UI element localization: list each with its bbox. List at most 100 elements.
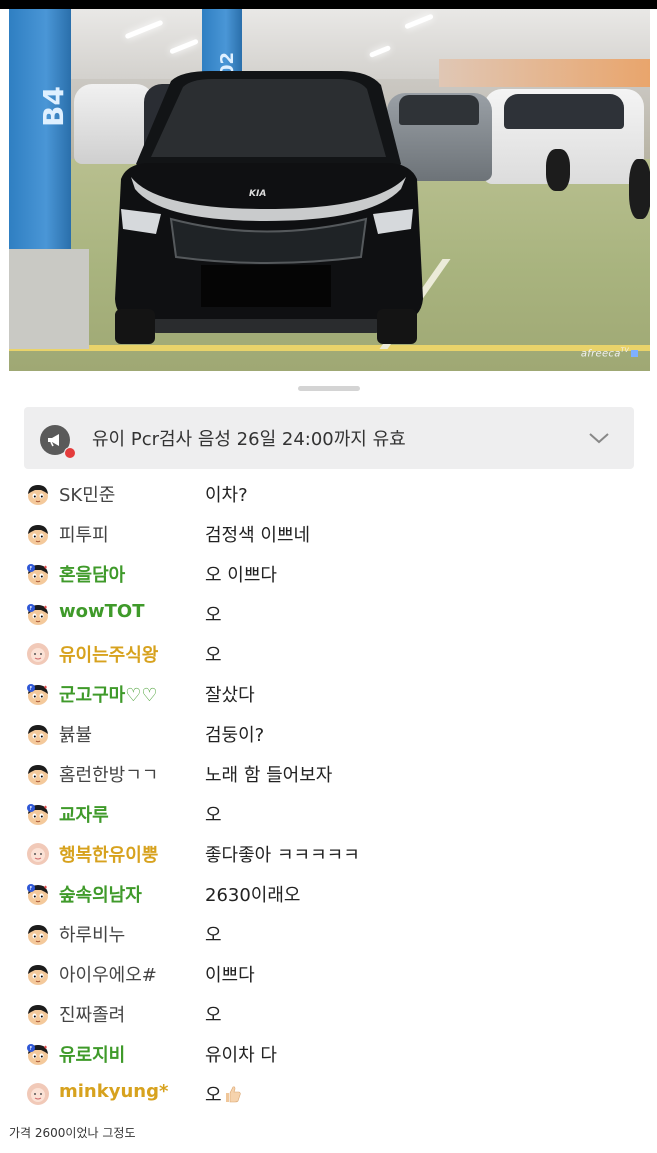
chat-message: 유이차 다 xyxy=(205,1041,277,1067)
chat-message: 오 xyxy=(205,1081,243,1107)
chat-nickname[interactable]: 유이는주식왕 xyxy=(59,641,158,667)
chat-message: 검둥이? xyxy=(205,721,264,747)
chat-nickname[interactable]: 군고구마♡♡ xyxy=(59,681,158,707)
chat-message-text: 잘샀다 xyxy=(205,685,255,706)
chat-message-text: 오 xyxy=(205,1085,222,1106)
pinned-notice[interactable]: 유이 Pcr검사 음성 26일 24:00까지 유효 xyxy=(24,407,634,469)
chat-row: F 숲속의남자 2630이래오 xyxy=(0,873,657,913)
user-avatar-icon[interactable] xyxy=(26,842,50,866)
chat-nickname[interactable]: 아이우에오# xyxy=(59,961,157,987)
video-frame[interactable]: B4 02 KIA afreecaTV xyxy=(9,9,650,371)
chat-message-text: 오 xyxy=(205,645,222,666)
chat-message: 오 xyxy=(205,921,222,947)
chat-row: minkyung* 오 xyxy=(0,1073,657,1113)
chat-row: 행복한유이뿡 좋다좋아 ㅋㅋㅋㅋㅋ xyxy=(0,833,657,873)
thumbs-up-icon xyxy=(225,1086,241,1103)
user-avatar-icon[interactable] xyxy=(26,722,50,746)
chat-nickname[interactable]: minkyung* xyxy=(59,1081,168,1102)
chat-message-text: 오 xyxy=(205,1005,222,1026)
video-player[interactable]: B4 02 KIA afreecaTV xyxy=(0,0,657,373)
svg-text:F: F xyxy=(30,686,33,692)
chat-nickname[interactable]: 홈런한방ㄱㄱ xyxy=(59,761,158,787)
chat-message-text: 검정색 이쁘네 xyxy=(205,525,311,546)
chat-message-text: 좋다좋아 ㅋㅋㅋㅋㅋ xyxy=(205,845,360,866)
chat-row: 뷹뷸 검둥이? xyxy=(0,713,657,753)
chat-message-text: 오 xyxy=(205,605,222,626)
chat-message: 2630이래오 xyxy=(205,881,301,907)
chat-row: 피투피 검정색 이쁘네 xyxy=(0,513,657,553)
chat-nickname[interactable]: 하루비누 xyxy=(59,921,125,947)
parking-pillar xyxy=(9,9,71,249)
chat-row: SK민준 이차? xyxy=(0,473,657,513)
user-avatar-icon[interactable]: F xyxy=(26,602,50,626)
chat-message-text: 오 이쁘다 xyxy=(205,565,277,586)
chat-row: F 교자루 오 xyxy=(0,793,657,833)
user-avatar-icon[interactable] xyxy=(26,522,50,546)
car-window xyxy=(504,94,624,129)
status-bar xyxy=(0,0,657,9)
chat-message: 오 이쁘다 xyxy=(205,561,277,587)
chat-row: 유이는주식왕 오 xyxy=(0,633,657,673)
chat-row: 홈런한방ㄱㄱ 노래 함 들어보자 xyxy=(0,753,657,793)
chat-nickname[interactable]: 숲속의남자 xyxy=(59,881,142,907)
user-avatar-icon[interactable] xyxy=(26,482,50,506)
user-avatar-icon[interactable] xyxy=(26,642,50,666)
chat-row: F 군고구마♡♡ 잘샀다 xyxy=(0,673,657,713)
chat-nickname[interactable]: 교자루 xyxy=(59,801,109,827)
user-avatar-icon[interactable]: F xyxy=(26,1042,50,1066)
chat-row: 진짜졸려 오 xyxy=(0,993,657,1033)
chat-message-text: 노래 함 들어보자 xyxy=(205,765,333,786)
chat-row: F 혼을담아 오 이쁘다 xyxy=(0,553,657,593)
svg-text:F: F xyxy=(30,566,33,572)
car-badge: KIA xyxy=(249,189,267,199)
caption-text: 가격 2600이었나 그정도 xyxy=(9,1126,136,1140)
user-avatar-icon[interactable]: F xyxy=(26,562,50,586)
chat-nickname[interactable]: wowTOT xyxy=(59,601,144,622)
chat-message: 이쁘다 xyxy=(205,961,255,987)
user-avatar-icon[interactable] xyxy=(26,922,50,946)
chat-message: 검정색 이쁘네 xyxy=(205,521,310,547)
chat-message: 이차? xyxy=(205,481,248,507)
wheel xyxy=(546,149,570,191)
user-avatar-icon[interactable]: F xyxy=(26,802,50,826)
chat-nickname[interactable]: 피투피 xyxy=(59,521,109,547)
chat-message: 노래 함 들어보자 xyxy=(205,761,332,787)
black-suv xyxy=(115,71,423,344)
chat-row: 하루비누 오 xyxy=(0,913,657,953)
chevron-down-icon[interactable] xyxy=(588,431,610,445)
chat-nickname[interactable]: 혼을담아 xyxy=(59,561,125,587)
chat-nickname[interactable]: 진짜졸려 xyxy=(59,1001,125,1027)
chat-message-text: 2630이래오 xyxy=(205,885,301,906)
chat-nickname[interactable]: 뷹뷸 xyxy=(59,721,92,747)
svg-text:F: F xyxy=(30,1046,33,1052)
chat-nickname[interactable]: 유로지비 xyxy=(59,1041,125,1067)
chat-nickname[interactable]: SK민준 xyxy=(59,481,115,507)
drag-handle[interactable] xyxy=(298,386,360,391)
chat-message: 오 xyxy=(205,1001,222,1027)
chat-message: 오 xyxy=(205,801,222,827)
afreeca-watermark: afreecaTV xyxy=(581,347,638,359)
chat-message: 오 xyxy=(205,601,222,627)
svg-text:F: F xyxy=(30,606,33,612)
chat-row: F 유로지비 유이차 다 xyxy=(0,1033,657,1073)
user-avatar-icon[interactable] xyxy=(26,1082,50,1106)
chat-message-text: 오 xyxy=(205,925,222,946)
chat-row: 아이우에오# 이쁘다 xyxy=(0,953,657,993)
chat-nickname[interactable]: 행복한유이뿡 xyxy=(59,841,158,867)
chat-message-text: 검둥이? xyxy=(205,725,265,746)
chat-message-text: 이차? xyxy=(205,485,248,506)
svg-text:F: F xyxy=(30,806,33,812)
wheel xyxy=(629,159,650,219)
user-avatar-icon[interactable]: F xyxy=(26,882,50,906)
wall-stripe xyxy=(439,59,650,87)
pillar-label: B4 xyxy=(37,86,70,127)
chat-message: 오 xyxy=(205,641,222,667)
chat-message-text: 유이차 다 xyxy=(205,1045,277,1066)
user-avatar-icon[interactable]: F xyxy=(26,682,50,706)
user-avatar-icon[interactable] xyxy=(26,1002,50,1026)
user-avatar-icon[interactable] xyxy=(26,962,50,986)
chat-message: 좋다좋아 ㅋㅋㅋㅋㅋ xyxy=(205,841,360,867)
chat-message-text: 이쁘다 xyxy=(205,965,255,986)
user-avatar-icon[interactable] xyxy=(26,762,50,786)
chat-message-text: 오 xyxy=(205,805,222,826)
